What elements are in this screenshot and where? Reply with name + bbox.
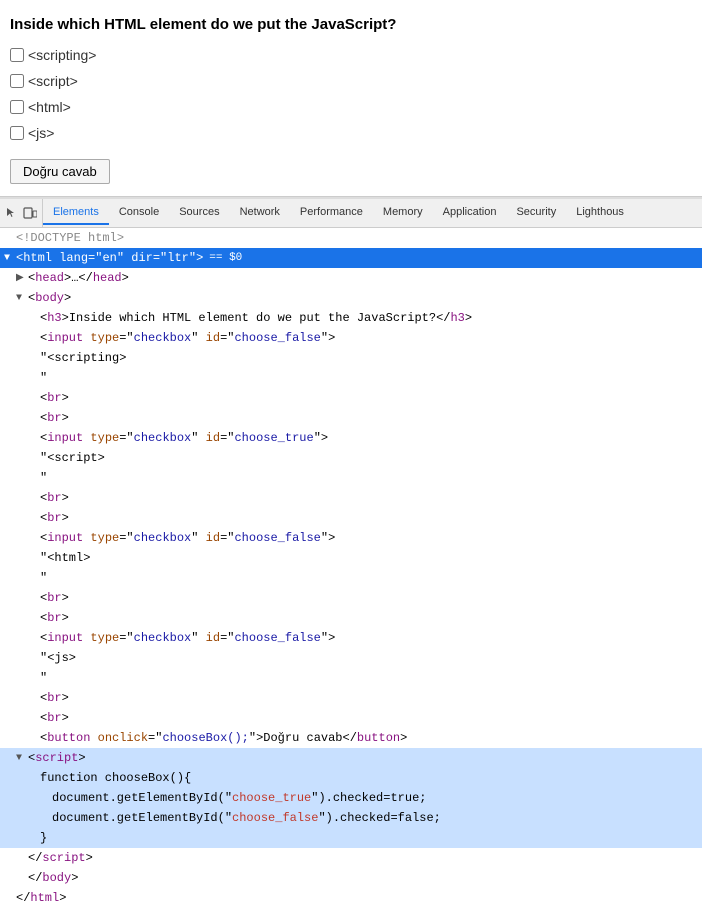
label-html: <html>	[28, 99, 71, 115]
input-choose-false-1: <input type="checkbox" id="choose_false"…	[0, 328, 702, 348]
tab-console[interactable]: Console	[109, 201, 169, 225]
option-4: <js>	[10, 125, 692, 141]
body-open-line[interactable]: <body>	[0, 288, 702, 308]
br-3: <br>	[0, 488, 702, 508]
submit-button[interactable]: Doğru cavab	[10, 159, 110, 184]
option-1: <scripting>	[10, 47, 692, 63]
button-line: <button onclick="chooseBox();">Doğru cav…	[0, 728, 702, 748]
checkbox-scripting[interactable]	[10, 48, 24, 62]
triangle-head[interactable]	[16, 271, 28, 286]
triangle-html[interactable]	[4, 251, 16, 266]
br-1: <br>	[0, 388, 702, 408]
checkbox-html[interactable]	[10, 100, 24, 114]
input-choose-true: <input type="checkbox" id="choose_true">	[0, 428, 702, 448]
tab-application[interactable]: Application	[433, 201, 507, 225]
h3-line: <h3>Inside which HTML element do we put …	[0, 308, 702, 328]
br-8: <br>	[0, 708, 702, 728]
input-choose-false-3: <input type="checkbox" id="choose_false"…	[0, 628, 702, 648]
checkbox-script[interactable]	[10, 74, 24, 88]
triangle-body[interactable]	[16, 291, 28, 306]
text-quote-2: "	[0, 468, 702, 488]
br-2: <br>	[0, 408, 702, 428]
br-7: <br>	[0, 688, 702, 708]
doctype-line: <!DOCTYPE html>	[0, 228, 702, 248]
text-quote-3: "	[0, 568, 702, 588]
devtools-panel: Elements Console Sources Network Perform…	[0, 197, 702, 908]
html-tag-line[interactable]: ​<html lang="en" dir="ltr"> == $0	[0, 248, 702, 268]
head-tag-line[interactable]: <head>…</head>	[0, 268, 702, 288]
text-html: "<html>	[0, 548, 702, 568]
triangle-script[interactable]	[16, 751, 28, 766]
body-close-line: </body>	[0, 868, 702, 888]
text-scripting: "<scripting>	[0, 348, 702, 368]
inspect-icon[interactable]	[4, 205, 20, 221]
get-true-line: document.getElementById("choose_true").c…	[0, 788, 702, 808]
tab-sources[interactable]: Sources	[169, 201, 229, 225]
devtools-tab-bar: Elements Console Sources Network Perform…	[0, 199, 702, 228]
script-open-line[interactable]: <script>	[0, 748, 702, 768]
text-script: "<script>	[0, 448, 702, 468]
option-2: <script>	[10, 73, 692, 89]
html-close-line: </html>	[0, 888, 702, 908]
tab-performance[interactable]: Performance	[290, 201, 373, 225]
tab-lighthouse[interactable]: Lighthous	[566, 201, 634, 225]
tab-elements[interactable]: Elements	[43, 201, 109, 225]
br-5: <br>	[0, 588, 702, 608]
devtools-html-tree: <!DOCTYPE html> ​<html lang="en" dir="lt…	[0, 228, 702, 908]
tab-network[interactable]: Network	[230, 201, 290, 225]
checkbox-js[interactable]	[10, 126, 24, 140]
script-close-line: </script>	[0, 848, 702, 868]
br-4: <br>	[0, 508, 702, 528]
text-quote-4: "	[0, 668, 702, 688]
quiz-title: Inside which HTML element do we put the …	[10, 16, 692, 33]
text-js: "<js>	[0, 648, 702, 668]
label-js: <js>	[28, 125, 54, 141]
function-line: function chooseBox(){	[0, 768, 702, 788]
option-3: <html>	[10, 99, 692, 115]
devtools-icons	[0, 199, 43, 227]
quiz-section: Inside which HTML element do we put the …	[0, 0, 702, 197]
br-6: <br>	[0, 608, 702, 628]
device-icon[interactable]	[22, 205, 38, 221]
tab-security[interactable]: Security	[506, 201, 566, 225]
get-false-line: document.getElementById("choose_false").…	[0, 808, 702, 828]
label-scripting: <scripting>	[28, 47, 96, 63]
tab-memory[interactable]: Memory	[373, 201, 433, 225]
text-quote-1: "	[0, 368, 702, 388]
close-brace-line: }	[0, 828, 702, 848]
label-script: <script>	[28, 73, 78, 89]
input-choose-false-2: <input type="checkbox" id="choose_false"…	[0, 528, 702, 548]
